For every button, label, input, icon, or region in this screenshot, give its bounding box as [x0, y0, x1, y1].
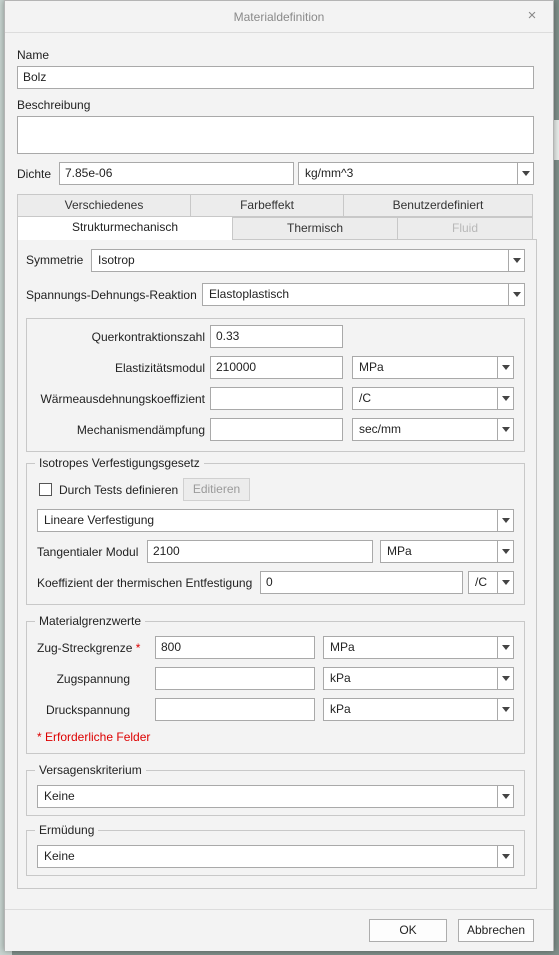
fatigue-value: Keine: [44, 849, 75, 863]
thermal-expansion-input[interactable]: [210, 387, 343, 410]
tensile-stress-unit-select[interactable]: kPa: [323, 667, 514, 690]
cancel-button[interactable]: Abbrechen: [458, 919, 534, 942]
required-asterisk: *: [135, 641, 141, 655]
thermal-softening-input[interactable]: 0: [260, 571, 463, 594]
yield-strength-unit: MPa: [330, 640, 355, 654]
youngs-modulus-unit-select[interactable]: MPa: [352, 356, 514, 379]
tab-verschiedenes[interactable]: Verschiedenes: [17, 194, 191, 217]
tab-thermisch[interactable]: Thermisch: [232, 217, 398, 240]
thermal-softening-label: Koeffizient der thermischen Entfestigung: [37, 576, 253, 590]
thermal-softening-unit: /C: [475, 575, 487, 589]
fatigue-select[interactable]: Keine: [37, 845, 514, 868]
name-input[interactable]: Bolz: [17, 66, 534, 89]
tests-checkbox-label: Durch Tests definieren: [59, 483, 179, 497]
tangent-modulus-unit: MPa: [387, 544, 412, 558]
description-textarea[interactable]: [17, 116, 534, 154]
failure-criterion-title: Versagenskriterium: [35, 763, 146, 777]
tensile-stress-label: Zugspannung: [56, 672, 130, 686]
tab-fluid[interactable]: Fluid: [397, 217, 533, 240]
dialog-title: Materialdefinition: [233, 10, 325, 24]
fatigue-group: Ermüdung Keine: [26, 823, 525, 876]
thermal-expansion-unit: /C: [359, 391, 371, 405]
tensile-stress-input[interactable]: [155, 667, 315, 690]
yield-strength-unit-select[interactable]: MPa: [323, 636, 514, 659]
poisson-ratio-label: Querkontraktionszahl: [91, 330, 205, 344]
material-limits-group: Materialgrenzwerte Zug-Streckgrenze * 80…: [26, 614, 525, 754]
stress-strain-value: Elastoplastisch: [209, 287, 290, 301]
density-input[interactable]: 7.85e-06: [59, 162, 294, 185]
chevron-down-icon: [497, 637, 513, 658]
compressive-stress-unit: kPa: [330, 702, 351, 716]
youngs-modulus-label: Elastizitätsmodul: [114, 361, 205, 375]
hardening-group-title: Isotropes Verfestigungsgesetz: [35, 456, 204, 470]
compressive-stress-label: Druckspannung: [45, 703, 130, 717]
chevron-down-icon: [497, 846, 513, 867]
fatigue-title: Ermüdung: [35, 823, 99, 837]
material-limits-title: Materialgrenzwerte: [35, 614, 146, 628]
density-unit-value: kg/mm^3: [305, 166, 354, 180]
symmetry-select[interactable]: Isotrop: [91, 249, 525, 272]
tangent-modulus-unit-select[interactable]: MPa: [380, 540, 514, 563]
chevron-down-icon: [497, 699, 513, 720]
tangent-modulus-input[interactable]: 2100: [147, 540, 373, 563]
chevron-down-icon: [497, 572, 513, 593]
dialog-footer: OK Abbrechen: [5, 909, 553, 951]
compressive-stress-unit-select[interactable]: kPa: [323, 698, 514, 721]
damping-label: Mechanismendämpfung: [76, 423, 205, 437]
stress-strain-label: Spannungs-Dehnungs-Reaktion: [26, 288, 197, 302]
youngs-modulus-unit: MPa: [359, 360, 384, 374]
tests-checkbox[interactable]: [39, 483, 52, 496]
chevron-down-icon: [497, 388, 513, 409]
thermal-expansion-unit-select[interactable]: /C: [352, 387, 514, 410]
chevron-down-icon: [508, 284, 524, 305]
chevron-down-icon: [497, 668, 513, 689]
title-bar[interactable]: Materialdefinition ×: [5, 1, 553, 33]
symmetry-value: Isotrop: [98, 253, 135, 267]
damping-unit: sec/mm: [359, 422, 401, 436]
tab-farbeffekt[interactable]: Farbeffekt: [190, 194, 344, 217]
required-fields-note: * Erforderliche Felder: [37, 730, 151, 744]
yield-strength-label-wrap: Zug-Streckgrenze *: [37, 641, 140, 655]
density-label: Dichte: [17, 167, 52, 181]
edit-button[interactable]: Editieren: [183, 478, 250, 501]
chevron-down-icon: [497, 541, 513, 562]
hardening-group: Isotropes Verfestigungsgesetz Durch Test…: [26, 456, 525, 605]
symmetry-label: Symmetrie: [26, 253, 84, 267]
damping-input[interactable]: [210, 418, 343, 441]
structural-tab-panel: Symmetrie Isotrop Spannungs-Dehnungs-Rea…: [17, 239, 537, 889]
damping-unit-select[interactable]: sec/mm: [352, 418, 514, 441]
failure-criterion-select[interactable]: Keine: [37, 785, 514, 808]
close-icon[interactable]: ×: [525, 8, 539, 24]
yield-strength-input[interactable]: 800: [155, 636, 315, 659]
properties-group: Querkontraktionszahl 0.33 Elastizitätsmo…: [26, 318, 525, 452]
chevron-down-icon: [497, 419, 513, 440]
chevron-down-icon: [517, 163, 533, 184]
chevron-down-icon: [497, 357, 513, 378]
description-label: Beschreibung: [17, 98, 91, 112]
chevron-down-icon: [508, 250, 524, 271]
tangent-modulus-label: Tangentialer Modul: [37, 545, 139, 559]
density-unit-select[interactable]: kg/mm^3: [298, 162, 534, 185]
thermal-expansion-label: Wärmeausdehnungskoeffizient: [40, 392, 205, 406]
hardening-type-value: Lineare Verfestigung: [44, 513, 155, 527]
tab-benutzerdefiniert[interactable]: Benutzerdefiniert: [343, 194, 533, 217]
stress-strain-select[interactable]: Elastoplastisch: [202, 283, 525, 306]
tab-strukturmechanisch[interactable]: Strukturmechanisch: [17, 216, 233, 240]
hardening-type-select[interactable]: Lineare Verfestigung: [37, 509, 514, 532]
tensile-stress-unit: kPa: [330, 671, 351, 685]
youngs-modulus-input[interactable]: 210000: [210, 356, 343, 379]
name-label: Name: [17, 48, 50, 62]
chevron-down-icon: [497, 786, 513, 807]
yield-strength-label: Zug-Streckgrenze: [37, 641, 133, 655]
thermal-softening-unit-select[interactable]: /C: [468, 571, 514, 594]
poisson-ratio-input[interactable]: 0.33: [210, 325, 343, 348]
material-definition-dialog: Materialdefinition × Name Bolz Beschreib…: [4, 0, 554, 951]
tab-fluid-label: Fluid: [451, 221, 478, 235]
ok-button[interactable]: OK: [369, 919, 447, 942]
failure-criterion-group: Versagenskriterium Keine: [26, 763, 525, 816]
failure-criterion-value: Keine: [44, 789, 75, 803]
compressive-stress-input[interactable]: [155, 698, 315, 721]
chevron-down-icon: [497, 510, 513, 531]
